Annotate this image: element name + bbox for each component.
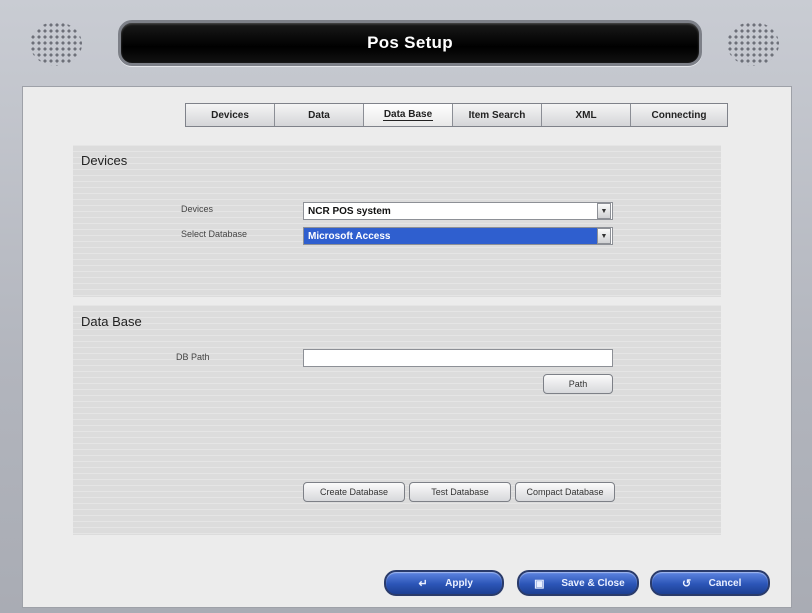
create-database-button[interactable]: Create Database — [303, 482, 405, 502]
chevron-down-icon[interactable]: ▼ — [597, 228, 611, 244]
cancel-label: Cancel — [708, 577, 742, 589]
enter-arrow-icon: ↵ — [418, 577, 428, 590]
title-bar: Pos Setup — [118, 20, 702, 66]
save-close-label: Save & Close — [561, 577, 625, 589]
tab-connecting[interactable]: Connecting — [631, 104, 727, 126]
tab-data[interactable]: Data — [275, 104, 364, 126]
tab-bar: Devices Data Data Base Item Search XML C… — [185, 103, 728, 127]
apply-label: Apply — [445, 577, 473, 589]
test-database-button[interactable]: Test Database — [409, 482, 511, 502]
db-path-label: DB Path — [176, 352, 210, 362]
tab-item-search[interactable]: Item Search — [453, 104, 542, 126]
undo-icon: ↺ — [681, 577, 692, 590]
devices-panel: Devices Devices NCR POS system ▼ Select … — [73, 145, 721, 297]
tab-devices[interactable]: Devices — [186, 104, 275, 126]
compact-database-button[interactable]: Compact Database — [515, 482, 615, 502]
cancel-button[interactable]: ↺ Cancel — [650, 570, 770, 596]
select-database-value: Microsoft Access — [304, 228, 597, 244]
window-title: Pos Setup — [367, 33, 453, 52]
devices-select[interactable]: NCR POS system ▼ — [303, 202, 613, 220]
apply-button[interactable]: ↵ Apply — [384, 570, 504, 596]
content-area: Devices Data Data Base Item Search XML C… — [22, 86, 792, 608]
db-path-field[interactable] — [303, 349, 613, 367]
devices-panel-title: Devices — [81, 153, 128, 168]
database-panel-title: Data Base — [81, 314, 142, 329]
speaker-grille-left-icon — [30, 22, 82, 66]
window-frame: Pos Setup Devices Data Data Base Item Se… — [0, 0, 812, 613]
select-database-select[interactable]: Microsoft Access ▼ — [303, 227, 613, 245]
tab-data-base[interactable]: Data Base — [364, 104, 453, 126]
path-button[interactable]: Path — [543, 374, 613, 394]
save-close-button[interactable]: ▣ Save & Close — [517, 570, 639, 596]
database-panel: Data Base DB Path Path Create Database T… — [73, 305, 721, 535]
save-icon: ▣ — [534, 577, 545, 590]
select-database-label: Select Database — [181, 229, 248, 239]
devices-label: Devices — [181, 204, 214, 214]
tab-xml[interactable]: XML — [542, 104, 631, 126]
devices-select-value: NCR POS system — [308, 205, 391, 217]
chevron-down-icon[interactable]: ▼ — [597, 203, 611, 219]
speaker-grille-right-icon — [727, 22, 779, 66]
